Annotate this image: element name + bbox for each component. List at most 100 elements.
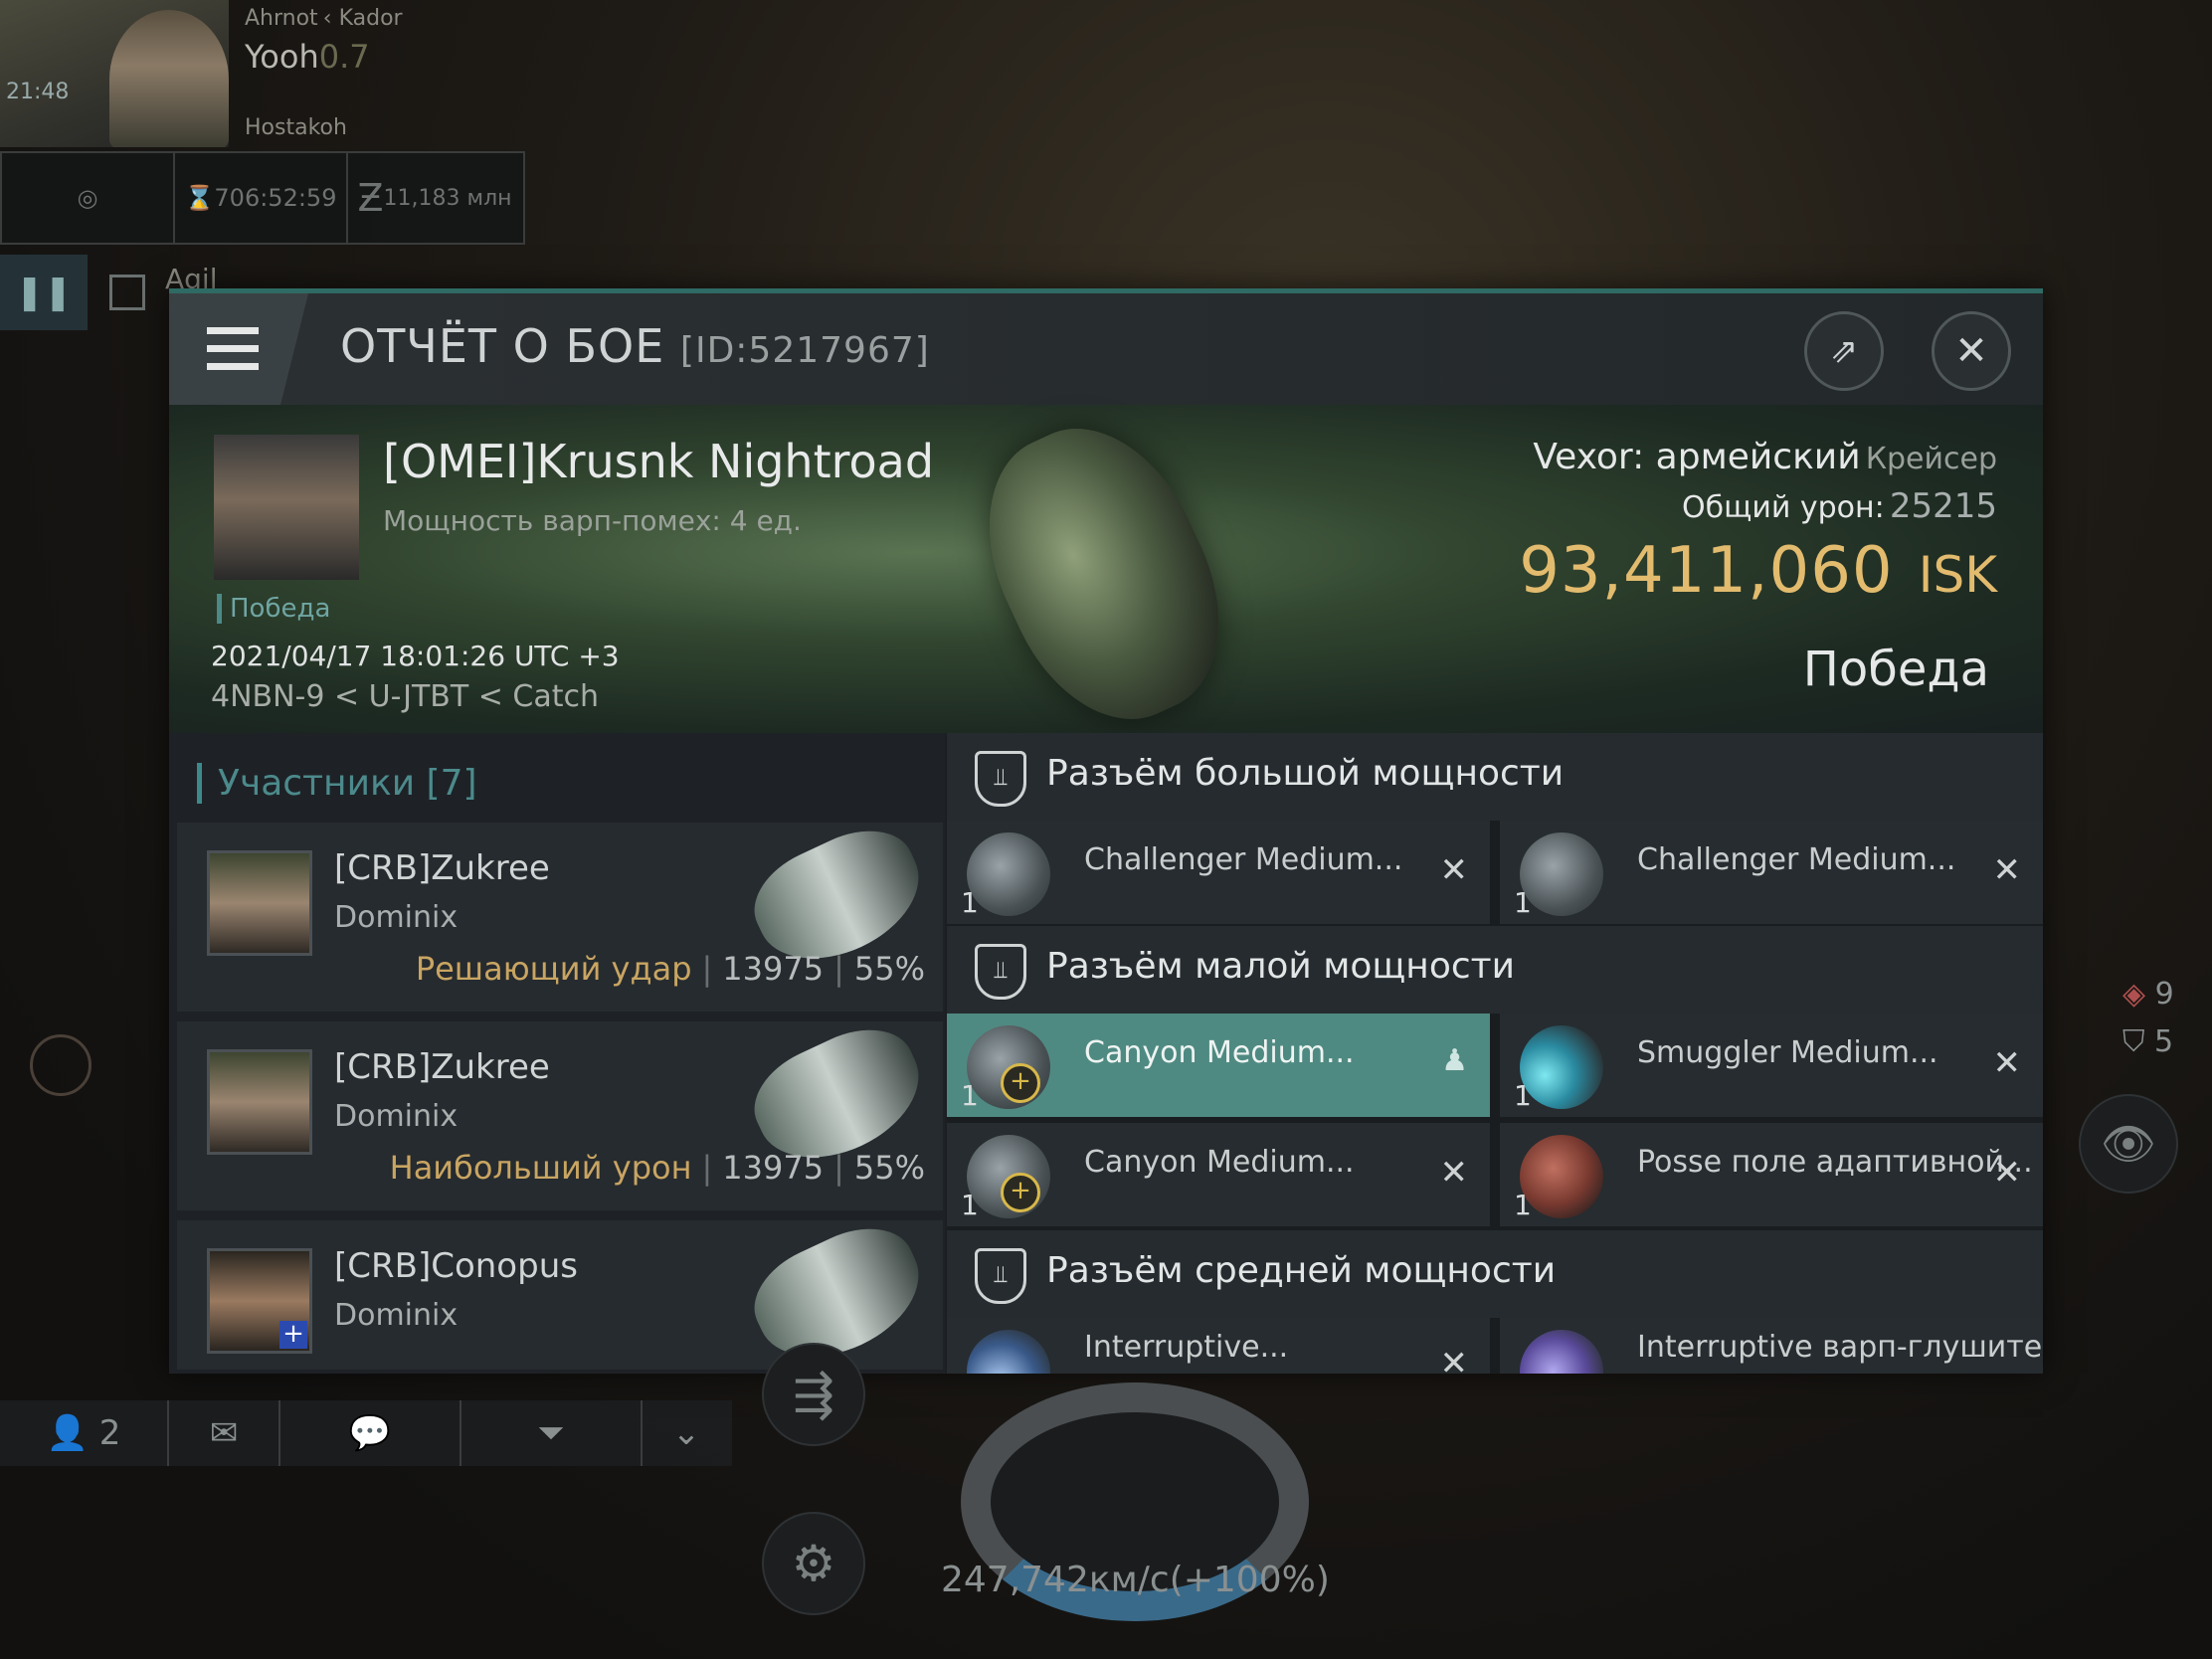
mail-button[interactable]: ✉	[169, 1400, 280, 1466]
slot-name: Posse поле адаптивной...	[1637, 1145, 2033, 1180]
chat-button[interactable]: 💬	[280, 1400, 461, 1466]
hamburger-icon	[207, 327, 259, 334]
participant-row[interactable]: [CRB]Zukree Dominix Решающий удар | 13975 |…	[177, 812, 943, 1012]
wallet-display[interactable]: Ƶ 11,183 млн	[348, 153, 521, 243]
ship-info[interactable]: Vexor: армейский Крейсер	[1533, 437, 1997, 477]
slot-name: Challenger Medium...	[1084, 842, 1403, 877]
hostile-icon: ◈	[2122, 977, 2146, 1012]
slot-name: Interruptive...	[1084, 1330, 1289, 1365]
filter-button[interactable]: ⏷	[461, 1400, 643, 1466]
kill-location[interactable]: 4NBN-9 < U-JTBT < Catch	[211, 679, 599, 714]
bottom-toolbar: 👤 2 ✉ 💬 ⏷ ⌄	[0, 1400, 732, 1466]
participant-avatar	[207, 1049, 312, 1155]
people-button[interactable]: 👤 2	[0, 1400, 169, 1466]
fitting-slot[interactable]: 1 Posse поле адаптивной... ✕	[1500, 1123, 2043, 1226]
result-label: Победа	[1802, 642, 1989, 697]
neutral-count-value: 5	[2154, 1024, 2174, 1059]
chat-icon: 💬	[348, 1413, 392, 1453]
victim-summary: [OMEI]Krusnk Nightroad Мощность варп-пом…	[169, 396, 2043, 752]
slot-quantity: 1	[1514, 1079, 1532, 1112]
participant-avatar: +	[207, 1248, 312, 1354]
participants-header: Участники [7]	[197, 763, 477, 804]
settings-button[interactable]: ⚙	[762, 1512, 865, 1615]
damage-percent: 55%	[853, 1149, 925, 1187]
menu-button[interactable]	[169, 293, 308, 405]
destroyed-icon: ✕	[1439, 1344, 1469, 1374]
corp-icon[interactable]: ◎	[2, 153, 175, 243]
mid-slot-title: Разъём средней мощности	[1046, 1250, 1557, 1291]
fitting-slot[interactable]: 1 Challenger Medium... ✕	[1500, 821, 2043, 924]
slot-name: Canyon Medium...	[1084, 1035, 1355, 1070]
isk-icon: Ƶ	[357, 176, 384, 220]
low-slot-header: ⫫ Разъём малой мощности	[947, 926, 2043, 1014]
slot-name: Canyon Medium...	[1084, 1145, 1355, 1180]
participant-stats: Наибольший урон | 13975 | 55%	[389, 1149, 925, 1187]
clock: 21:48	[6, 80, 70, 104]
destroyed-icon: ✕	[1992, 1153, 2022, 1193]
plus-icon: +	[1001, 1173, 1040, 1212]
scrambler-icon	[967, 1330, 1050, 1374]
slot-name: Smuggler Medium...	[1637, 1035, 1938, 1070]
neutral-icon: ⛉	[2122, 1024, 2145, 1059]
damage-percent: 55%	[853, 950, 925, 988]
plus-icon: +	[1001, 1063, 1040, 1103]
target-marker-icon[interactable]	[30, 1034, 92, 1096]
autopilot-button[interactable]: ⇶	[762, 1343, 865, 1446]
timer-value: 706:52:59	[214, 184, 337, 212]
low-slot-title: Разъём малой мощности	[1046, 946, 1516, 987]
station-name: Hostakoh	[245, 115, 347, 140]
close-button[interactable]: ✕	[1932, 311, 2011, 391]
final-blow-label: Решающий удар	[415, 950, 692, 988]
pause-button[interactable]: ❚❚	[0, 255, 88, 330]
fitting-slot[interactable]: 1 Challenger Medium... ✕	[947, 821, 1490, 924]
isk-unit: ISK	[1918, 546, 1997, 604]
character-portrait[interactable]: 21:48	[0, 0, 229, 147]
hourglass-icon: ⌛	[184, 184, 215, 212]
ship-icon: ⇶	[793, 1366, 834, 1423]
eye-button[interactable]: 👁	[2079, 1094, 2178, 1194]
turret-icon	[1520, 832, 1603, 916]
people-count: 2	[98, 1413, 121, 1453]
collapse-button[interactable]: ⌄	[643, 1400, 730, 1466]
slot-quantity: 1	[961, 886, 979, 919]
share-button[interactable]: ⇗	[1804, 311, 1884, 391]
title-text: ОТЧЁТ О БОЕ	[340, 319, 665, 373]
character-avatar	[109, 10, 229, 147]
victim-name[interactable]: [OMEI]Krusnk Nightroad	[383, 435, 934, 488]
filter-icon: ⏷	[537, 1413, 565, 1453]
victim-avatar[interactable]	[214, 435, 359, 580]
participant-name: [CRB]Zukree	[334, 848, 550, 888]
damage-value: 13975	[722, 950, 825, 988]
timer-display[interactable]: ⌛ 706:52:59	[175, 153, 348, 243]
participant-ship: Dominix	[334, 900, 459, 935]
participant-row[interactable]: [CRB]Zukree Dominix Наибольший урон | 1397…	[177, 1011, 943, 1210]
external-link-icon: ⇗	[1829, 331, 1859, 371]
disruptor-icon	[1520, 1330, 1603, 1374]
destroyed-icon: ✕	[1439, 1153, 1469, 1193]
fitting-slot[interactable]: Interruptive варп-глушител...	[1500, 1318, 2043, 1374]
isk-loss: 93,411,060 ISK	[1519, 534, 1997, 608]
close-icon: ✕	[1954, 328, 1988, 374]
slot-quantity: 1	[1514, 1189, 1532, 1221]
plus-icon: +	[279, 1321, 307, 1349]
fitting-slot[interactable]: Interruptive... ✕	[947, 1318, 1490, 1374]
stop-icon[interactable]	[109, 275, 145, 310]
damage-value: 25215	[1889, 486, 1997, 526]
fitting-slot[interactable]: + 1 Canyon Medium... ♟	[947, 1014, 1490, 1117]
fitting-panel: ⫫ Разъём большой мощности 1 Challenger M…	[947, 733, 2043, 1374]
fitting-slot[interactable]: 1 Smuggler Medium... ✕	[1500, 1014, 2043, 1117]
system-name[interactable]: Yooh0.7	[245, 38, 370, 76]
destroyed-icon: ✕	[1992, 1043, 2022, 1083]
hud-toolbar: ◎ ⌛ 706:52:59 Ƶ 11,183 млн	[0, 151, 525, 245]
mid-slot-header: ⫫ Разъём средней мощности	[947, 1230, 2043, 1318]
location-breadcrumb: Ahrnot ‹ Kador	[245, 6, 403, 31]
mail-icon: ✉	[209, 1413, 239, 1453]
high-slot-title: Разъём большой мощности	[1046, 753, 1565, 794]
mid-slot-icon: ⫫	[975, 1248, 1026, 1304]
top-damage-label: Наибольший урон	[389, 1149, 692, 1187]
destroyed-icon: ✕	[1439, 850, 1469, 890]
turret-icon	[967, 832, 1050, 916]
participant-avatar	[207, 850, 312, 956]
fitting-slot[interactable]: + 1 Canyon Medium... ✕	[947, 1123, 1490, 1226]
chevron-down-icon: ⌄	[671, 1413, 701, 1453]
